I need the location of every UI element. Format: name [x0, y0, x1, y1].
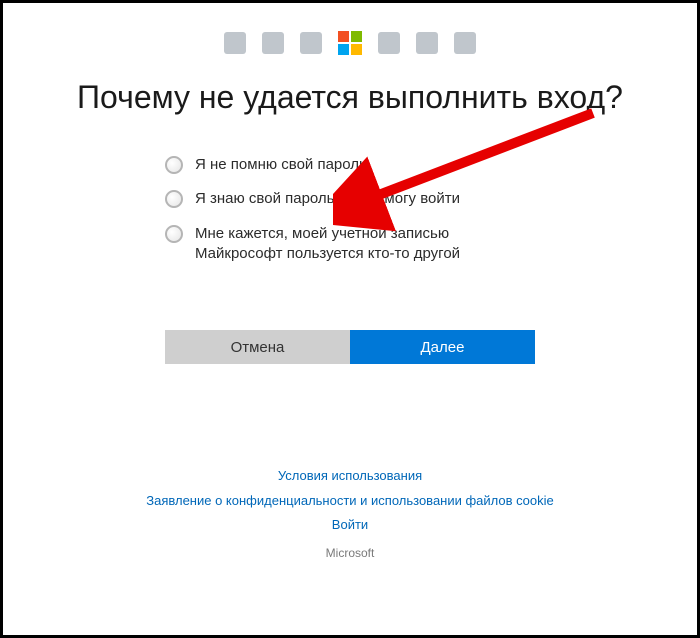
xbox-icon: [378, 32, 400, 54]
page-title: Почему не удается выполнить вход?: [3, 77, 697, 117]
signin-link[interactable]: Войти: [332, 513, 368, 538]
reason-options: Я не помню свой пароль Я знаю свой парол…: [165, 155, 535, 264]
footer: Условия использования Заявление о конфид…: [3, 464, 697, 565]
radio-icon[interactable]: [165, 225, 183, 243]
terms-link[interactable]: Условия использования: [278, 464, 422, 489]
radio-icon[interactable]: [165, 190, 183, 208]
onedrive-icon: [262, 32, 284, 54]
cancel-button[interactable]: Отмена: [165, 330, 350, 364]
option-forgot-password[interactable]: Я не помню свой пароль: [165, 155, 535, 175]
next-button[interactable]: Далее: [350, 330, 535, 364]
radio-icon[interactable]: [165, 156, 183, 174]
office-icon: [224, 32, 246, 54]
option-label: Мне кажется, моей учетной записью Майкро…: [195, 224, 535, 265]
option-label: Я знаю свой пароль, но не могу войти: [195, 189, 460, 209]
brand-label: Microsoft: [3, 542, 697, 565]
bing-icon: [454, 32, 476, 54]
button-row: Отмена Далее: [165, 330, 535, 364]
option-know-password-cant-signin[interactable]: Я знаю свой пароль, но не могу войти: [165, 189, 535, 209]
skype-icon: [416, 32, 438, 54]
option-label: Я не помню свой пароль: [195, 155, 367, 175]
service-icons-row: [3, 3, 697, 77]
outlook-icon: [300, 32, 322, 54]
option-account-compromised[interactable]: Мне кажется, моей учетной записью Майкро…: [165, 224, 535, 265]
privacy-link[interactable]: Заявление о конфиденциальности и использ…: [146, 489, 553, 514]
microsoft-logo-icon: [338, 31, 362, 55]
